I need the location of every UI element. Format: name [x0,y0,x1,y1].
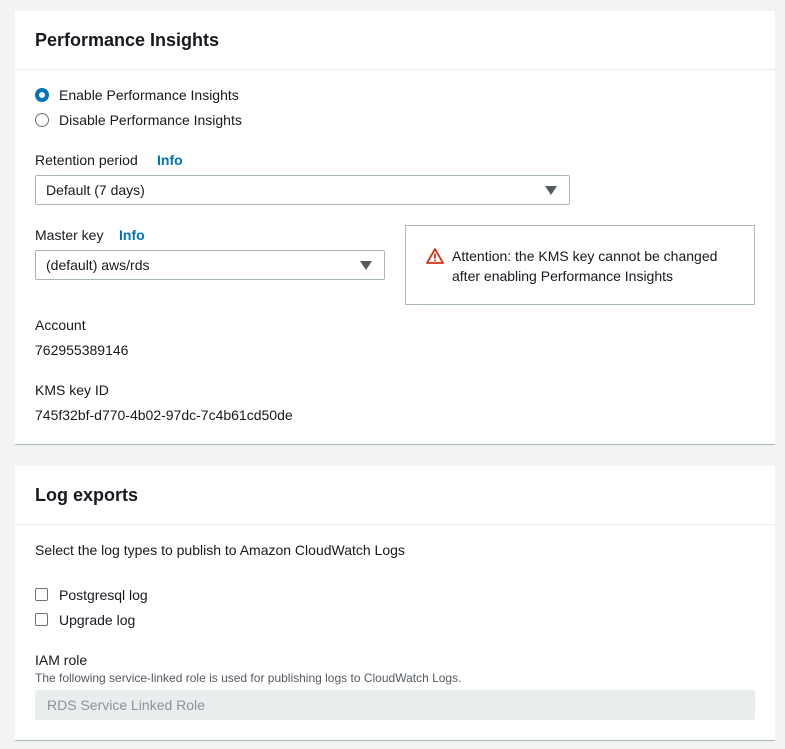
kms-key-id-value: 745f32bf-d770-4b02-97dc-7c4b61cd50de [35,407,293,423]
postgresql-log-label[interactable]: Postgresql log [59,587,148,603]
panel-title: Log exports [35,485,139,505]
disable-pi-label[interactable]: Disable Performance Insights [59,112,242,128]
caret-down-icon [545,186,557,195]
kms-attention-alert: Attention: the KMS key cannot be changed… [405,225,755,305]
enable-pi-label[interactable]: Enable Performance Insights [59,87,239,103]
enable-pi-radio[interactable] [35,88,49,102]
performance-insights-panel: Performance Insights Enable Performance … [15,11,775,445]
upgrade-log-label[interactable]: Upgrade log [59,612,135,628]
log-exports-panel: Log exports Select the log types to publ… [15,466,775,741]
panel-title: Performance Insights [35,30,220,50]
upgrade-log-checkbox[interactable] [35,613,48,626]
account-label: Account [35,317,86,333]
postgresql-log-checkbox[interactable] [35,588,48,601]
panel-header: Performance Insights [15,11,775,70]
iam-role-label: IAM role [35,652,88,668]
panel-header: Log exports [15,466,775,525]
disable-pi-radio[interactable] [35,113,49,127]
master-key-select[interactable]: (default) aws/rds [35,250,385,280]
account-value: 762955389146 [35,342,129,358]
alert-text: Attention: the KMS key cannot be changed… [452,248,718,284]
retention-period-select[interactable]: Default (7 days) [35,175,570,205]
warning-triangle-icon [426,248,444,264]
master-key-label: Master key [35,227,104,243]
retention-period-value: Default (7 days) [46,182,145,198]
caret-down-icon [360,261,372,270]
log-types-description: Select the log types to publish to Amazo… [35,542,405,558]
master-key-info-link[interactable]: Info [119,227,145,243]
retention-period-label: Retention period [35,152,138,168]
iam-role-input: RDS Service Linked Role [35,690,755,720]
master-key-value: (default) aws/rds [46,257,150,273]
retention-info-link[interactable]: Info [157,152,183,168]
iam-role-description: The following service-linked role is use… [35,671,462,685]
kms-key-id-label: KMS key ID [35,382,109,398]
iam-role-value: RDS Service Linked Role [47,697,205,713]
